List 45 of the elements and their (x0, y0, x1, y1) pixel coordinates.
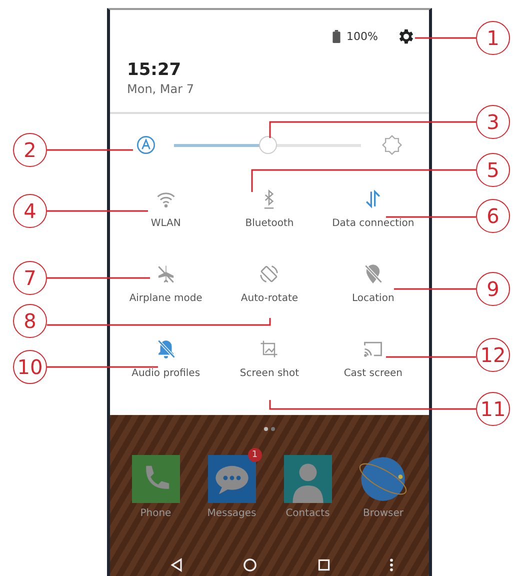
callout-number: 8 (13, 304, 47, 338)
tile-label[interactable]: Airplane mode (129, 293, 202, 304)
tile-label[interactable]: Data connection (332, 218, 414, 229)
tile-label[interactable]: Location (352, 293, 394, 304)
app-label[interactable]: Phone (140, 508, 172, 519)
callout-number: 5 (476, 153, 510, 187)
home-icon[interactable] (242, 557, 258, 573)
callout-number: 4 (13, 194, 47, 228)
tile-label[interactable]: Cast screen (344, 368, 402, 379)
brightness-icon (381, 134, 403, 156)
tile-label[interactable]: WLAN (150, 218, 181, 229)
tile-label[interactable]: Bluetooth (245, 218, 294, 229)
back-icon[interactable] (168, 557, 185, 573)
phone-app-icon[interactable] (132, 455, 180, 503)
battery-percentage: 100% (346, 30, 378, 42)
callout-number: 12 (476, 338, 510, 372)
leader-line (415, 37, 476, 39)
location-off-icon[interactable] (362, 263, 384, 285)
auto-brightness-icon[interactable] (136, 135, 156, 155)
tile-label[interactable]: Screen shot (240, 368, 300, 379)
slider-thumb[interactable] (258, 136, 276, 154)
callout-number: 2 (13, 133, 47, 167)
app-label[interactable]: Browser (362, 508, 404, 519)
notification-badge: 1 (248, 448, 262, 462)
recents-icon[interactable] (316, 557, 332, 573)
clock-time: 15:27 (126, 60, 182, 80)
callout-number: 9 (476, 272, 510, 306)
globe-app-icon[interactable] (359, 455, 408, 503)
callout-number: 10 (13, 350, 47, 384)
screenshot-icon[interactable] (258, 338, 280, 360)
rotate-icon[interactable] (258, 263, 280, 285)
callout-number: 1 (476, 21, 510, 55)
tile-label[interactable]: Auto-rotate (240, 293, 298, 304)
app-label[interactable]: Messages (207, 508, 256, 519)
battery-icon (332, 30, 341, 42)
chat-bubble-app-icon[interactable] (208, 455, 256, 503)
person-app-icon[interactable] (284, 455, 332, 503)
more-icon[interactable] (389, 557, 394, 573)
callout-number: 3 (476, 105, 510, 139)
tile-label[interactable]: Audio profiles (132, 368, 200, 379)
callout-number: 11 (476, 392, 510, 426)
callout-number: 7 (13, 261, 47, 295)
app-label[interactable]: Contacts (286, 508, 330, 519)
callout-number: 6 (476, 199, 510, 233)
date-text: Mon, Mar 7 (126, 82, 196, 96)
